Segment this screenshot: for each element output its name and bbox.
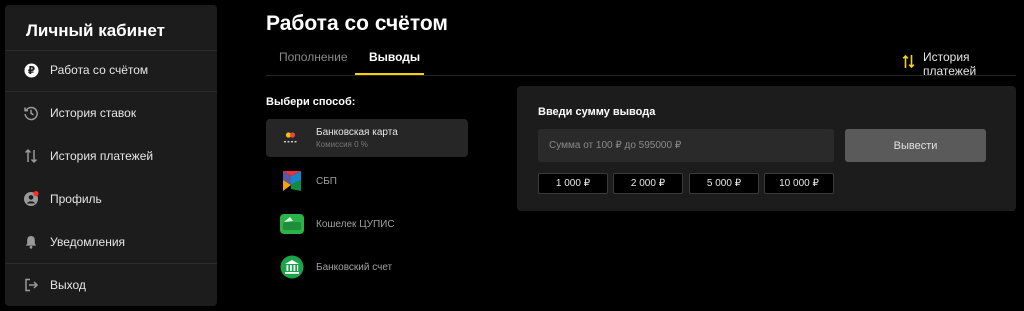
- page-title: Работа со счётом: [266, 12, 448, 35]
- sidebar: Личный кабинет ₽ Работа со счётом Истори…: [5, 5, 217, 306]
- method-commission: Комиссия 0 %: [316, 140, 368, 149]
- sidebar-item-label: История платежей: [50, 149, 154, 163]
- quick-amount-10000[interactable]: 10 000 ₽: [764, 173, 834, 194]
- withdraw-button[interactable]: Вывести: [845, 129, 986, 162]
- method-text: Кошелек ЦУПИС: [316, 219, 395, 230]
- method-name: СБП: [316, 175, 337, 187]
- tab-deposit[interactable]: Пополнение: [279, 50, 348, 64]
- method-name: Банковский счет: [316, 261, 393, 273]
- method-text: СБП: [316, 176, 337, 187]
- bank-card-icon: [279, 125, 305, 151]
- sidebar-item-label: Выход: [50, 278, 86, 292]
- tab-withdrawals[interactable]: Выводы: [369, 50, 420, 64]
- method-bank-account[interactable]: Банковский счет: [266, 248, 468, 286]
- wallet-icon: [279, 211, 305, 237]
- sidebar-item-profile[interactable]: Профиль: [5, 178, 217, 220]
- quick-amount-1000[interactable]: 1 000 ₽: [538, 173, 608, 194]
- quick-amount-5000[interactable]: 5 000 ₽: [689, 173, 759, 194]
- sidebar-item-label: Работа со счётом: [50, 63, 149, 77]
- sidebar-item-bet-history[interactable]: История ставок: [5, 92, 217, 134]
- sbp-icon: [279, 168, 305, 194]
- history-icon: [23, 105, 39, 121]
- method-sbp[interactable]: СБП: [266, 162, 468, 200]
- sidebar-title: Личный кабинет: [26, 21, 165, 40]
- sidebar-item-logout[interactable]: Выход: [5, 264, 217, 306]
- bank-building-icon: [279, 254, 305, 280]
- withdraw-title: Введи сумму вывода: [538, 106, 656, 118]
- method-name: Кошелек ЦУПИС: [316, 218, 395, 230]
- logout-icon: [23, 277, 39, 293]
- withdraw-panel: Введи сумму вывода Вывести 1 000 ₽ 2 000…: [517, 86, 1016, 211]
- sidebar-item-label: История ставок: [50, 106, 137, 120]
- method-bank-card[interactable]: Банковская карта Комиссия 0 %: [266, 119, 468, 157]
- ruble-coin-icon: ₽: [23, 62, 39, 78]
- bell-icon: [23, 234, 39, 250]
- swap-arrows-icon: [23, 148, 39, 164]
- sidebar-item-account[interactable]: ₽ Работа со счётом: [5, 49, 217, 91]
- sidebar-item-label: Профиль: [50, 192, 102, 206]
- sidebar-item-label: Уведомления: [50, 235, 126, 249]
- sidebar-item-notifications[interactable]: Уведомления: [5, 221, 217, 263]
- method-text: Банковский счет: [316, 262, 392, 273]
- quick-amount-2000[interactable]: 2 000 ₽: [613, 173, 683, 194]
- profile-icon: [23, 191, 39, 207]
- swap-arrows-icon: [902, 54, 915, 74]
- sidebar-item-payment-history[interactable]: История платежей: [5, 135, 217, 177]
- method-cupis-wallet[interactable]: Кошелек ЦУПИС: [266, 205, 468, 243]
- withdraw-amount-input[interactable]: [538, 129, 834, 162]
- method-name: Банковская карта: [316, 127, 398, 138]
- payment-history-label: История платежей: [923, 50, 977, 78]
- methods-title: Выбери способ:: [266, 96, 356, 108]
- method-text: Банковская карта Комиссия 0 %: [316, 127, 398, 149]
- svg-text:₽: ₽: [27, 65, 34, 77]
- payment-history-link[interactable]: История платежей: [902, 50, 1024, 78]
